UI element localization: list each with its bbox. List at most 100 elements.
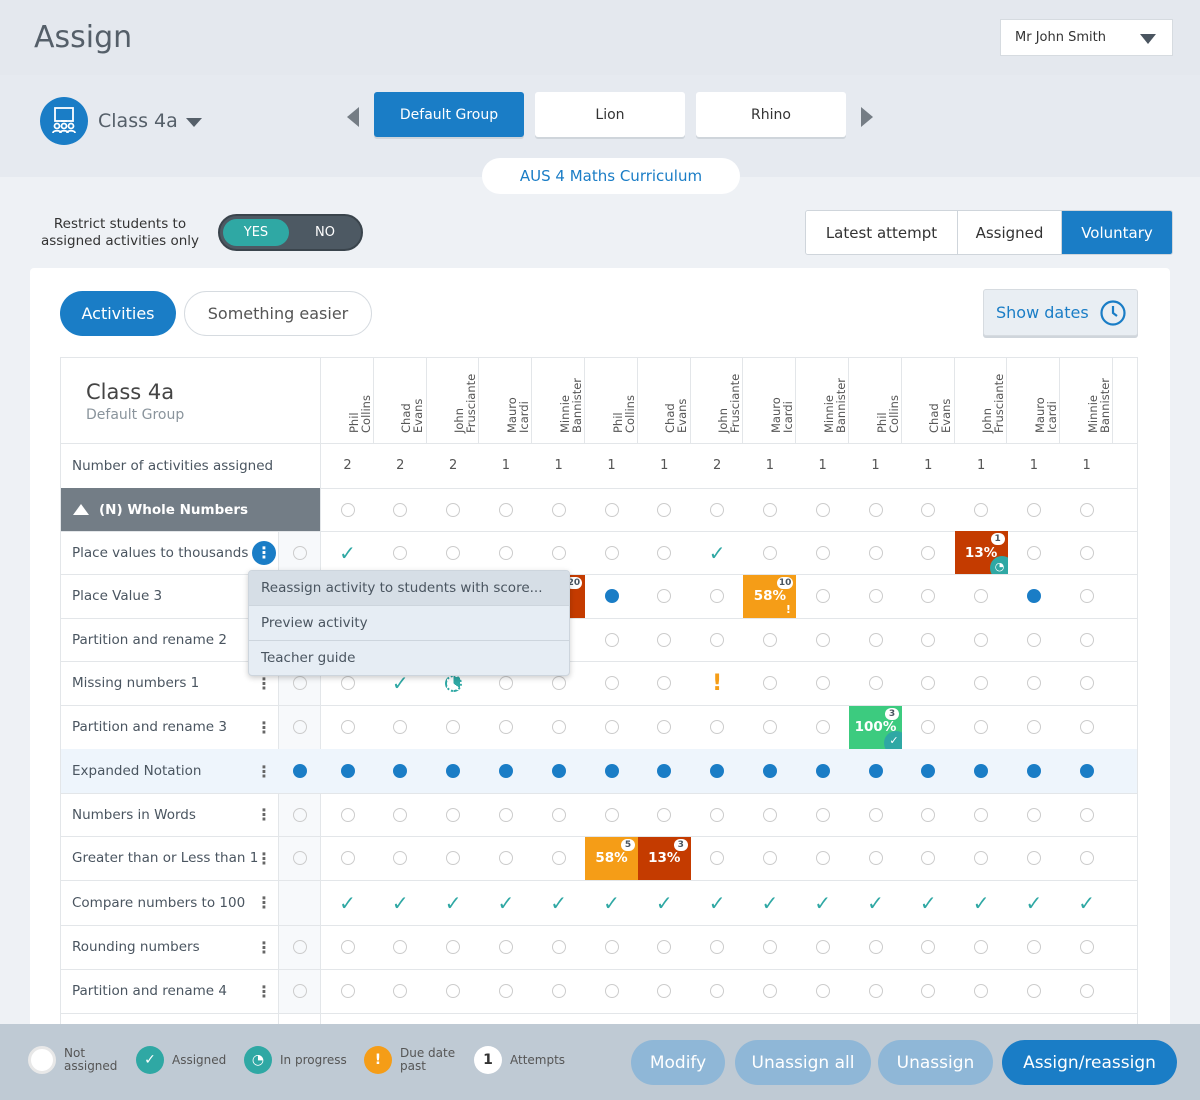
grid-cell[interactable]: ✓ <box>743 880 796 925</box>
grid-cell[interactable] <box>955 488 1008 531</box>
student-header[interactable]: Chad Evans <box>638 358 691 443</box>
grid-cell[interactable] <box>743 705 796 749</box>
grid-cell[interactable] <box>849 488 902 531</box>
collapse-triangle-icon[interactable] <box>73 504 89 515</box>
score-tile[interactable]: 13% 3 <box>637 836 691 880</box>
grid-cell[interactable] <box>374 793 427 836</box>
group-tab[interactable]: Rhino <box>696 92 846 137</box>
grid-cell[interactable] <box>1060 793 1113 836</box>
user-dropdown[interactable]: Mr John Smith <box>1000 19 1173 56</box>
grid-cell[interactable] <box>902 793 955 836</box>
unassign-all-button[interactable]: Unassign all <box>735 1040 871 1085</box>
grid-cell[interactable] <box>321 836 374 880</box>
grid-cell[interactable] <box>321 925 374 969</box>
grid-cell[interactable] <box>427 749 480 793</box>
grid-cell[interactable] <box>374 836 427 880</box>
grid-cell[interactable]: ✓ <box>321 531 374 574</box>
grid-cell[interactable] <box>849 574 902 618</box>
next-group-arrow-icon[interactable] <box>861 107 873 127</box>
activity-name[interactable]: Greater than or Less than 1 <box>72 836 258 880</box>
grid-cell[interactable] <box>1060 661 1113 705</box>
activity-name[interactable]: Missing numbers 1 <box>72 661 199 705</box>
grid-cell[interactable]: 13% 1 ◔ <box>954 531 1008 574</box>
student-header[interactable]: John Frusciante <box>691 358 744 443</box>
grid-cell[interactable] <box>427 836 480 880</box>
grid-cell[interactable] <box>1007 574 1060 618</box>
grid-cell[interactable] <box>902 531 955 574</box>
grid-cell[interactable] <box>321 793 374 836</box>
grid-cell[interactable] <box>585 488 638 531</box>
grid-cell[interactable] <box>479 705 532 749</box>
grid-cell[interactable] <box>273 836 326 880</box>
grid-cell[interactable]: ✓ <box>321 880 374 925</box>
score-tile[interactable]: 58% 5 <box>585 836 638 880</box>
grid-cell[interactable] <box>638 749 691 793</box>
grid-cell[interactable] <box>691 793 744 836</box>
student-header[interactable]: Chad Evans <box>902 358 955 443</box>
grid-cell[interactable] <box>955 618 1008 661</box>
view-mode-assigned[interactable]: Assigned <box>958 211 1062 254</box>
grid-cell[interactable] <box>532 705 585 749</box>
grid-cell[interactable] <box>532 749 585 793</box>
grid-cell[interactable] <box>902 925 955 969</box>
grid-cell[interactable] <box>585 749 638 793</box>
modify-button[interactable]: Modify <box>631 1040 725 1085</box>
grid-cell[interactable] <box>743 836 796 880</box>
grid-cell[interactable] <box>849 749 902 793</box>
grid-cell[interactable] <box>427 793 480 836</box>
grid-cell[interactable] <box>796 705 849 749</box>
grid-cell[interactable] <box>427 925 480 969</box>
activity-name[interactable]: Partition and rename 2 <box>72 618 227 661</box>
grid-cell[interactable] <box>743 925 796 969</box>
grid-cell[interactable]: ✓ <box>532 880 585 925</box>
grid-cell[interactable] <box>638 618 691 661</box>
grid-cell[interactable] <box>638 661 691 705</box>
grid-cell[interactable] <box>796 925 849 969</box>
grid-cell[interactable]: ✓ <box>1007 880 1060 925</box>
grid-cell[interactable] <box>273 749 326 793</box>
grid-cell[interactable] <box>1007 705 1060 749</box>
grid-cell[interactable] <box>796 488 849 531</box>
context-menu-item[interactable]: Teacher guide <box>249 641 569 675</box>
grid-cell[interactable] <box>691 925 744 969</box>
grid-cell[interactable] <box>902 969 955 1013</box>
student-header[interactable]: Chad Evans <box>374 358 427 443</box>
grid-cell[interactable] <box>427 705 480 749</box>
grid-cell[interactable] <box>691 969 744 1013</box>
grid-cell[interactable]: ✓ <box>955 880 1008 925</box>
grid-cell[interactable] <box>796 531 849 574</box>
grid-cell[interactable]: ✓ <box>479 880 532 925</box>
grid-cell[interactable] <box>955 749 1008 793</box>
grid-cell[interactable] <box>374 969 427 1013</box>
grid-cell[interactable] <box>532 793 585 836</box>
grid-cell[interactable] <box>1007 836 1060 880</box>
grid-cell[interactable] <box>796 836 849 880</box>
grid-cell[interactable]: ✓ <box>902 880 955 925</box>
view-mode-latest-attempt[interactable]: Latest attempt <box>806 211 958 254</box>
grid-cell[interactable] <box>955 925 1008 969</box>
grid-cell[interactable] <box>479 749 532 793</box>
grid-cell[interactable] <box>1060 705 1113 749</box>
grid-cell[interactable] <box>796 661 849 705</box>
grid-cell[interactable] <box>374 531 427 574</box>
grid-cell[interactable] <box>849 661 902 705</box>
grid-cell[interactable] <box>532 488 585 531</box>
activity-name[interactable]: Numbers in Words <box>72 793 196 836</box>
grid-cell[interactable] <box>955 661 1008 705</box>
grid-cell[interactable] <box>638 925 691 969</box>
grid-cell[interactable] <box>1060 488 1113 531</box>
grid-cell[interactable] <box>743 618 796 661</box>
curriculum-button[interactable]: AUS 4 Maths Curriculum <box>482 158 740 194</box>
grid-cell[interactable] <box>796 618 849 661</box>
grid-cell[interactable] <box>532 836 585 880</box>
grid-cell[interactable] <box>691 705 744 749</box>
grid-cell[interactable] <box>273 925 326 969</box>
grid-cell[interactable]: ✓ <box>796 880 849 925</box>
grid-cell[interactable] <box>585 531 638 574</box>
grid-cell[interactable] <box>796 574 849 618</box>
grid-cell[interactable] <box>638 969 691 1013</box>
group-tab[interactable]: Lion <box>535 92 685 137</box>
grid-cell[interactable] <box>691 488 744 531</box>
grid-cell[interactable]: ! <box>691 661 744 705</box>
grid-cell[interactable] <box>585 705 638 749</box>
